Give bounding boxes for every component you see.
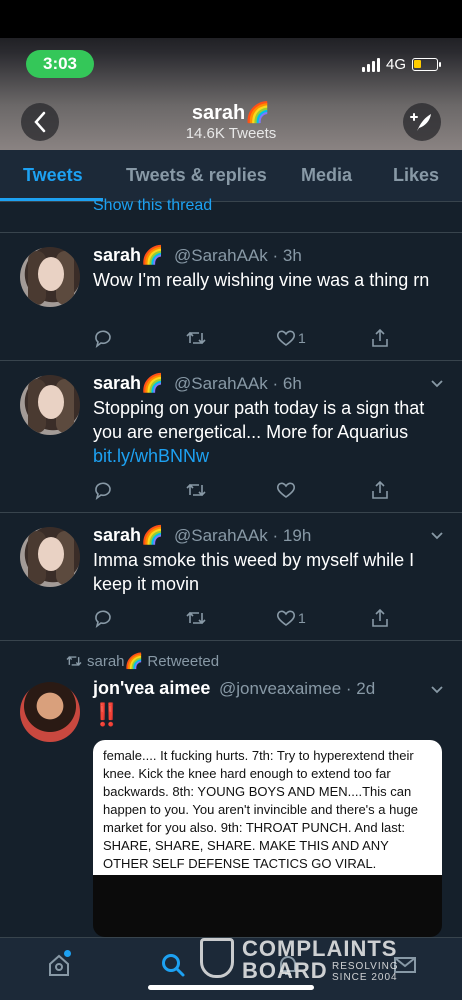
reply-icon[interactable] (93, 480, 113, 500)
watermark-line2: BOARD (242, 958, 328, 983)
notch-area (0, 0, 462, 38)
search-icon[interactable] (160, 952, 186, 985)
tweet-actions: 1 (93, 608, 403, 632)
shield-icon (200, 938, 234, 978)
watermark-tag1: RESOLVING (332, 961, 399, 972)
tweet-text-body: Stopping on your path today is a sign th… (93, 398, 425, 442)
complaints-board-watermark: COMPLAINTS BOARD RESOLVING SINCE 2004 (200, 936, 420, 984)
retweeted-by[interactable]: sarah🌈 Retweeted (65, 652, 219, 670)
notification-dot (64, 950, 71, 957)
active-tab-indicator (0, 198, 103, 201)
status-time[interactable]: 3:03 (26, 50, 94, 78)
retweet-icon (66, 656, 82, 666)
avatar[interactable] (20, 375, 80, 435)
tweet-handle[interactable]: @SarahAAk · 3h (174, 246, 302, 266)
tweet-author-name[interactable]: sarah🌈 (93, 245, 163, 266)
tweet-text: ‼️ (93, 702, 120, 727)
tweet-author-name[interactable]: sarah🌈 (93, 525, 163, 546)
share-icon[interactable] (370, 608, 390, 628)
avatar[interactable] (20, 247, 80, 307)
tweet-actions (93, 480, 403, 504)
status-indicators: 4G (361, 56, 441, 73)
watermark-tagline: RESOLVING SINCE 2004 (332, 961, 399, 983)
like-count: 1 (298, 330, 306, 346)
retweet-icon[interactable] (185, 608, 207, 628)
retweet-icon[interactable] (185, 328, 207, 348)
profile-tabs: Tweets Tweets & replies Media Likes (0, 150, 462, 202)
tab-tweets[interactable]: Tweets (23, 165, 83, 186)
like-icon[interactable]: 1 (276, 328, 306, 348)
tweet-text: Stopping on your path today is a sign th… (93, 396, 448, 468)
feather-plus-icon (410, 113, 431, 131)
home-indicator[interactable] (148, 985, 314, 990)
show-thread-link[interactable]: Show this thread (93, 197, 212, 213)
reply-icon[interactable] (93, 608, 113, 628)
divider (0, 512, 462, 513)
media-text: female.... It fucking hurts. 7th: Try to… (93, 740, 442, 875)
tweet-author-name[interactable]: sarah🌈 (93, 373, 163, 394)
divider (0, 640, 462, 641)
tweet-actions: 1 (93, 328, 403, 352)
tab-likes[interactable]: Likes (393, 165, 439, 186)
tweet-handle[interactable]: @SarahAAk · 19h (174, 526, 311, 546)
divider (0, 232, 462, 233)
like-icon[interactable]: 1 (276, 608, 306, 628)
tab-media[interactable]: Media (301, 165, 352, 186)
tweet-text: Wow I'm really wishing vine was a thing … (93, 270, 430, 290)
tweet-handle[interactable]: @jonveaxaimee · 2d (219, 679, 375, 699)
profile-header: 3:03 4G sarah🌈 14.6K Tweets (0, 0, 462, 150)
network-label: 4G (385, 56, 406, 73)
reply-icon[interactable] (93, 328, 113, 348)
tweet-handle[interactable]: @SarahAAk · 6h (174, 374, 302, 394)
retweeted-by-label: sarah🌈 Retweeted (87, 653, 220, 670)
like-icon[interactable] (276, 480, 296, 500)
tweet-link[interactable]: bit.ly/whBNNw (93, 446, 209, 466)
tweet-media-image[interactable]: female.... It fucking hurts. 7th: Try to… (93, 740, 442, 937)
tweet-count: 14.6K Tweets (185, 125, 277, 142)
avatar[interactable] (20, 527, 80, 587)
compose-tweet-button[interactable] (403, 103, 441, 141)
divider (0, 360, 462, 361)
signal-icon (361, 57, 380, 72)
chevron-down-icon[interactable] (430, 682, 444, 699)
retweet-icon[interactable] (185, 480, 207, 500)
chevron-down-icon[interactable] (430, 528, 444, 545)
like-count: 1 (298, 610, 306, 626)
tweet-author-name[interactable]: jon'vea aimee (93, 678, 210, 699)
profile-name: sarah🌈 (191, 102, 271, 124)
share-icon[interactable] (370, 328, 390, 348)
share-icon[interactable] (370, 480, 390, 500)
avatar[interactable] (20, 682, 80, 742)
tweet-text: Imma smoke this weed by myself while I k… (93, 550, 415, 594)
tab-tweets-and-replies[interactable]: Tweets & replies (126, 165, 267, 186)
watermark-tag2: SINCE 2004 (332, 972, 398, 983)
chevron-down-icon[interactable] (430, 376, 444, 393)
battery-icon (412, 58, 441, 71)
